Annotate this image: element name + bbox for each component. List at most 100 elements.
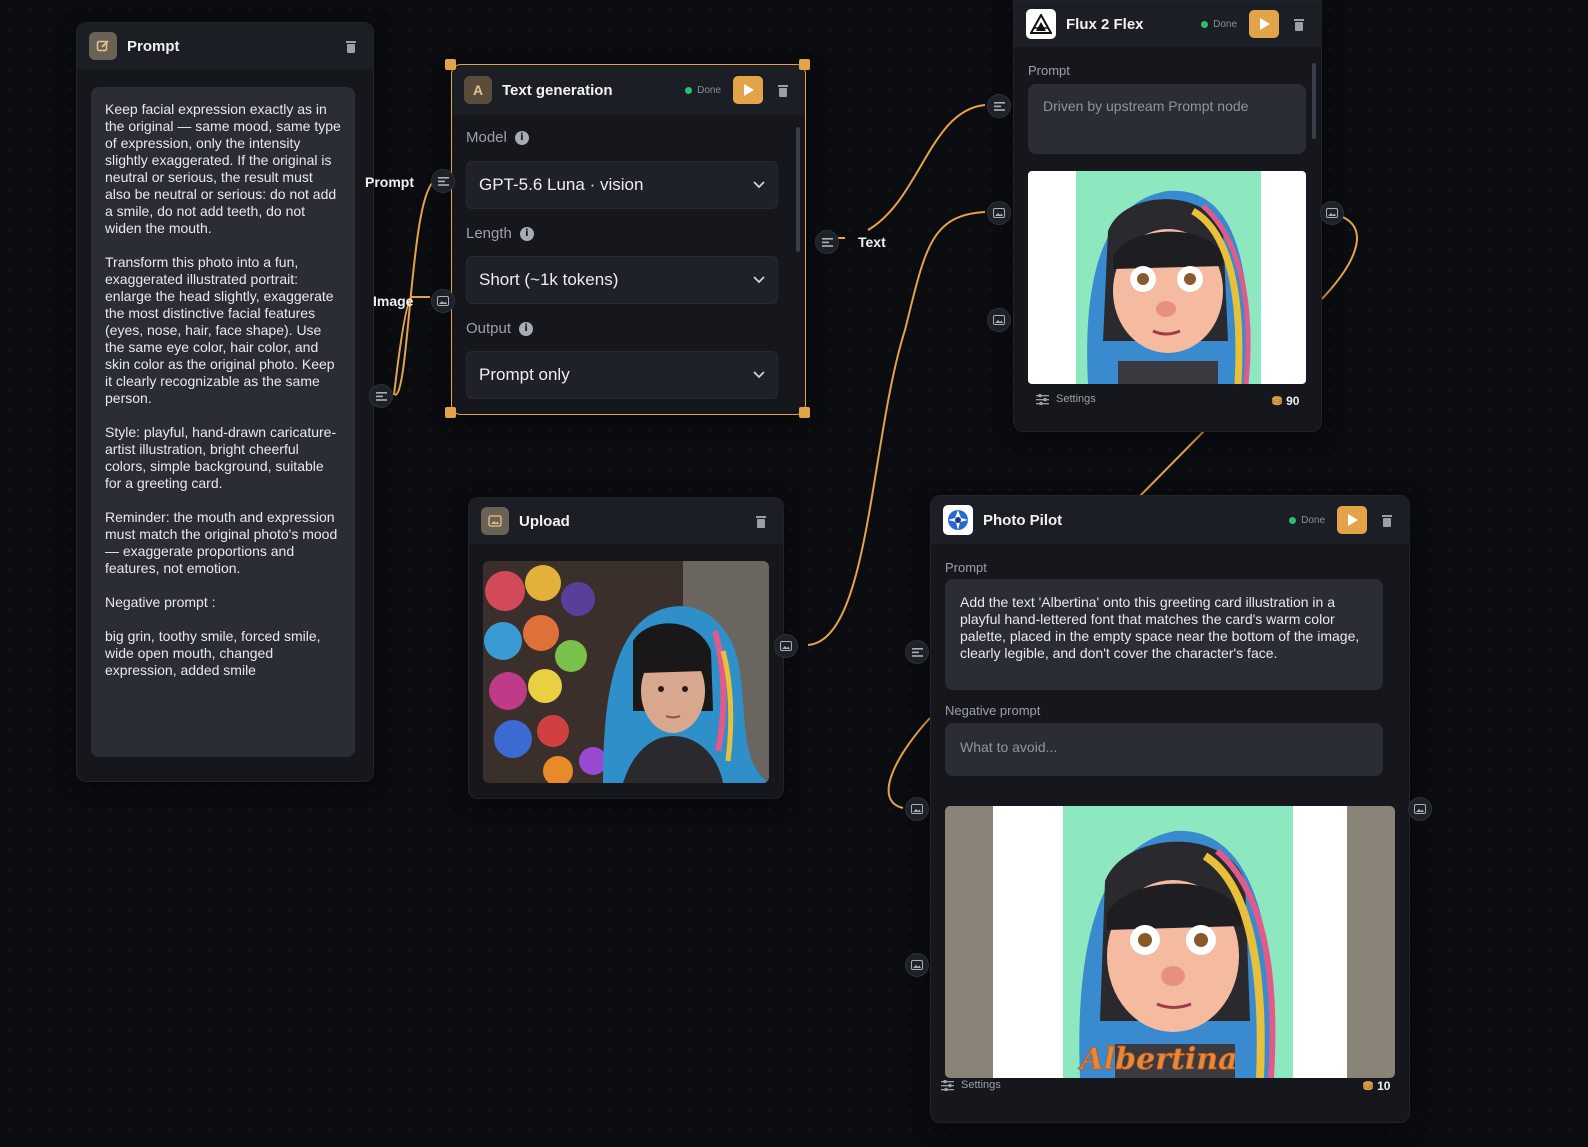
negative-placeholder: What to avoid... xyxy=(960,739,1058,755)
node-title: Flux 2 Flex xyxy=(1066,15,1144,33)
model-value: GPT-5.6 Luna · vision xyxy=(479,175,644,194)
image-icon xyxy=(1414,804,1426,814)
upload-node[interactable]: Upload xyxy=(468,497,784,799)
delete-button[interactable] xyxy=(773,80,793,100)
prompt-node-header[interactable]: Prompt xyxy=(77,23,373,69)
image-input-port-2[interactable] xyxy=(905,953,929,977)
node-title: Text generation xyxy=(502,81,613,99)
status-text: Done xyxy=(1213,18,1237,30)
status-dot xyxy=(1289,516,1297,524)
prompt-field[interactable]: Add the text 'Albertina' onto this greet… xyxy=(945,579,1383,690)
model-select[interactable]: GPT-5.6 Luna · vision xyxy=(466,161,778,209)
image-input-port-2[interactable] xyxy=(987,308,1011,332)
info-icon[interactable]: i xyxy=(519,322,534,337)
node-title: Photo Pilot xyxy=(983,511,1063,529)
length-select[interactable]: Short (~1k tokens) xyxy=(466,256,778,304)
prompt-textarea[interactable]: Keep facial expression exactly as in the… xyxy=(91,87,355,757)
delete-button[interactable] xyxy=(751,511,771,531)
trash-icon xyxy=(1294,18,1304,31)
prompt-input-port[interactable] xyxy=(905,640,929,664)
negative-prompt-label: Negative prompt xyxy=(945,703,1041,718)
run-button[interactable] xyxy=(1249,10,1279,38)
status-badge: Done xyxy=(1289,515,1325,526)
prompt-node[interactable]: Prompt Keep facial expression exactly as… xyxy=(76,22,374,782)
play-icon xyxy=(744,84,754,96)
prompt-paragraph: big grin, toothy smile, forced smile, wi… xyxy=(105,628,321,678)
play-icon xyxy=(1260,18,1270,30)
delete-button[interactable] xyxy=(341,36,361,56)
delete-button[interactable] xyxy=(1289,14,1309,34)
run-button[interactable] xyxy=(1337,506,1367,534)
chevron-down-icon xyxy=(753,371,765,379)
image-input-port[interactable] xyxy=(905,797,929,821)
prompt-input-label: Prompt xyxy=(365,174,414,190)
prompt-paragraph: Style: playful, hand-drawn caricature-ar… xyxy=(105,424,337,491)
negative-prompt-field[interactable]: What to avoid... xyxy=(945,723,1383,776)
info-icon[interactable]: i xyxy=(514,131,529,146)
resize-handle[interactable] xyxy=(445,59,456,70)
resize-handle[interactable] xyxy=(445,407,456,418)
uploaded-photo xyxy=(483,561,769,783)
resize-handle[interactable] xyxy=(799,407,810,418)
image-output-port[interactable] xyxy=(774,634,798,658)
text-icon xyxy=(993,101,1005,111)
trash-icon xyxy=(1382,514,1392,527)
flux-node[interactable]: Flux 2 Flex Done Prompt Driven by upstre… xyxy=(1013,0,1322,432)
image-icon xyxy=(1326,208,1338,218)
prompt-input-port[interactable] xyxy=(987,94,1011,118)
settings-button[interactable]: Settings xyxy=(1036,393,1096,405)
text-icon xyxy=(437,176,449,186)
model-label: Model i xyxy=(466,129,529,146)
settings-sliders-icon xyxy=(1036,393,1049,405)
image-icon xyxy=(911,804,923,814)
provider-icon: A xyxy=(464,76,492,104)
chevron-down-icon xyxy=(753,181,765,189)
prompt-placeholder: Driven by upstream Prompt node xyxy=(1043,98,1249,114)
status-text: Done xyxy=(1301,514,1325,526)
image-input-port[interactable] xyxy=(987,201,1011,225)
image-icon xyxy=(780,641,792,651)
prompt-paragraph: Reminder: the mouth and expression must … xyxy=(105,509,338,576)
image-output-port[interactable] xyxy=(1320,201,1344,225)
length-value: Short (~1k tokens) xyxy=(479,270,619,289)
image-input-label: Image xyxy=(373,293,414,309)
length-label: Length i xyxy=(466,225,534,242)
photo-pilot-logo-icon xyxy=(943,505,973,535)
upload-header[interactable]: Upload xyxy=(469,498,783,544)
text-icon xyxy=(911,647,923,657)
image-icon xyxy=(911,960,923,970)
settings-label: Settings xyxy=(961,1079,1001,1091)
flux-logo-icon xyxy=(1026,9,1056,39)
prompt-output-port[interactable] xyxy=(369,384,393,408)
info-icon[interactable]: i xyxy=(519,227,534,242)
text-output-label: Text xyxy=(858,234,886,250)
scrollbar[interactable] xyxy=(796,127,800,252)
run-button[interactable] xyxy=(733,76,763,104)
output-value: Prompt only xyxy=(479,365,570,384)
prompt-field[interactable]: Driven by upstream Prompt node xyxy=(1028,84,1306,154)
photo-pilot-header[interactable]: Photo Pilot Done xyxy=(931,496,1409,544)
text-output-port[interactable] xyxy=(815,230,839,254)
scrollbar[interactable] xyxy=(1312,63,1316,139)
credits-badge: ⛃ 10 xyxy=(1363,1079,1390,1093)
delete-button[interactable] xyxy=(1377,510,1397,530)
status-text: Done xyxy=(697,84,721,96)
photo-pilot-node[interactable]: Photo Pilot Done Prompt Add the text 'Al… xyxy=(930,495,1410,1123)
output-select[interactable]: Prompt only xyxy=(466,351,778,399)
edit-icon xyxy=(89,32,117,60)
trash-icon xyxy=(346,40,356,53)
prompt-input-port[interactable] xyxy=(431,169,455,193)
image-input-port[interactable] xyxy=(431,289,455,313)
image-icon xyxy=(993,208,1005,218)
chevron-down-icon xyxy=(753,276,765,284)
text-generation-node[interactable]: A Text generation Done Model i GPT-5.6 Lu… xyxy=(451,64,806,415)
coins-icon: ⛃ xyxy=(1272,394,1283,408)
prompt-paragraph: Keep facial expression exactly as in the… xyxy=(105,101,341,236)
image-output-port[interactable] xyxy=(1408,797,1432,821)
resize-handle[interactable] xyxy=(799,59,810,70)
text-generation-header[interactable]: A Text generation Done xyxy=(452,65,805,115)
trash-icon xyxy=(778,84,788,97)
prompt-text: Add the text 'Albertina' onto this greet… xyxy=(960,594,1360,661)
settings-button[interactable]: Settings xyxy=(941,1079,1001,1091)
flux-header[interactable]: Flux 2 Flex Done xyxy=(1014,1,1321,47)
